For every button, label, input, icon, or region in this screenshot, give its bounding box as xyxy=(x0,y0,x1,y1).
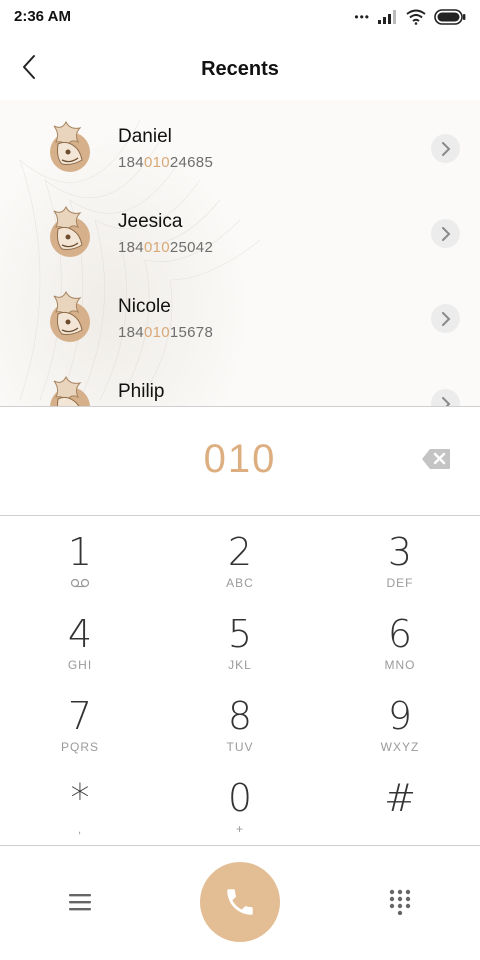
menu-icon xyxy=(69,894,91,911)
contact-name: Nicole xyxy=(118,296,171,317)
chevron-right-icon xyxy=(441,396,450,406)
more-dots-icon: ••• xyxy=(354,10,370,24)
key-5[interactable]: 5 JKL xyxy=(160,600,320,682)
key-digit: 3 xyxy=(387,530,413,574)
phone-icon xyxy=(227,889,253,915)
key-digit: 5 xyxy=(227,612,253,656)
contact-detail-button[interactable] xyxy=(431,389,460,406)
backspace-button[interactable] xyxy=(421,448,451,470)
chevron-right-icon xyxy=(441,226,450,241)
key-8[interactable]: 8 TUV xyxy=(160,682,320,764)
contact-detail-button[interactable] xyxy=(431,134,460,163)
key-digit: 2 xyxy=(227,530,253,574)
key-digit: * xyxy=(70,776,90,820)
contact-avatar xyxy=(50,120,90,172)
key-digit: 7 xyxy=(67,694,93,738)
key-letters: GHI xyxy=(67,658,93,672)
key-letters: ABC xyxy=(226,576,254,590)
dial-display: 010 xyxy=(0,407,480,515)
key-3[interactable]: 3 DEF xyxy=(320,518,480,600)
backspace-icon xyxy=(422,449,450,469)
dialpad-icon xyxy=(389,889,411,915)
contact-row[interactable]: Nicole 18401015678 xyxy=(0,274,480,359)
key-digit: 0 xyxy=(227,776,253,820)
key-digit: # xyxy=(384,776,416,820)
key-6[interactable]: 6 MNO xyxy=(320,600,480,682)
key-7[interactable]: 7 PQRS xyxy=(0,682,160,764)
dial-keypad: 1 2 ABC 3 DEF 4 GHI 5 JKL 6 MNO 7 PQRS 8… xyxy=(0,518,480,844)
contact-avatar xyxy=(50,205,90,257)
key-digit: 9 xyxy=(387,694,413,738)
key-letters: TUV xyxy=(226,740,254,754)
contact-name: Jeesica xyxy=(118,211,183,232)
wifi-icon xyxy=(406,9,426,25)
contact-number: 18401024685 xyxy=(118,154,214,171)
contact-row[interactable]: Philip xyxy=(0,359,480,406)
contact-row[interactable]: Daniel 18401024685 xyxy=(0,104,480,189)
contact-row[interactable]: Jeesica 18401025042 xyxy=(0,189,480,274)
contact-number: 18401025042 xyxy=(118,239,214,256)
dialed-number: 010 xyxy=(203,437,277,481)
key-star[interactable]: * , xyxy=(0,764,160,846)
dialpad-toggle-button[interactable] xyxy=(384,886,416,918)
key-9[interactable]: 9 WXYZ xyxy=(320,682,480,764)
bottom-bar xyxy=(0,846,480,960)
key-digit: 6 xyxy=(387,612,413,656)
divider xyxy=(0,515,480,516)
key-letters: JKL xyxy=(228,658,252,672)
key-letters: PQRS xyxy=(60,740,99,754)
key-4[interactable]: 4 GHI xyxy=(0,600,160,682)
key-letters: , xyxy=(77,822,83,836)
header: Recents xyxy=(0,40,480,98)
key-digit: 1 xyxy=(67,530,93,574)
chevron-right-icon xyxy=(441,311,450,326)
key-0[interactable]: 0 + xyxy=(160,764,320,846)
chevron-right-icon xyxy=(441,141,450,156)
call-button[interactable] xyxy=(200,862,280,942)
page-title: Recents xyxy=(201,58,279,80)
contact-detail-button[interactable] xyxy=(431,219,460,248)
key-digit: 8 xyxy=(227,694,253,738)
key-letters: MNO xyxy=(384,658,416,672)
contact-detail-button[interactable] xyxy=(431,304,460,333)
contact-avatar xyxy=(50,290,90,342)
key-hash[interactable]: # xyxy=(320,764,480,846)
contact-name: Daniel xyxy=(118,126,172,147)
key-2[interactable]: 2 ABC xyxy=(160,518,320,600)
voicemail-icon xyxy=(70,578,90,588)
status-bar: 2:36 AM ••• xyxy=(0,0,480,34)
key-1[interactable]: 1 xyxy=(0,518,160,600)
key-letters: + xyxy=(235,822,244,836)
contact-number: 18401015678 xyxy=(118,324,214,341)
key-letters: DEF xyxy=(386,576,414,590)
menu-button[interactable] xyxy=(64,888,96,916)
contact-name: Philip xyxy=(118,381,165,402)
contact-avatar xyxy=(50,375,90,406)
key-letters: WXYZ xyxy=(380,740,420,754)
status-icons: ••• xyxy=(354,8,466,26)
recents-list: Daniel 18401024685 Jeesica 18401025042 N xyxy=(0,100,480,406)
battery-icon xyxy=(434,9,466,25)
status-time: 2:36 AM xyxy=(14,8,71,25)
key-digit: 4 xyxy=(67,612,93,656)
signal-icon xyxy=(378,10,396,24)
